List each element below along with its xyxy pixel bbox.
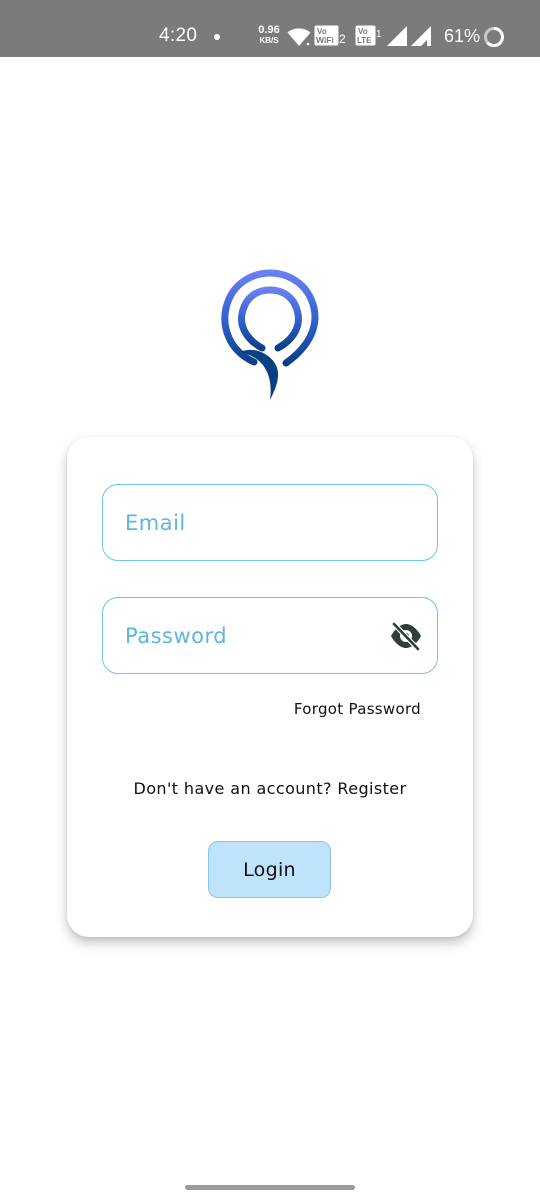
- location-pin-logo: [221, 269, 319, 400]
- notification-dot-icon: [214, 34, 220, 40]
- svg-text:LTE: LTE: [357, 36, 372, 45]
- svg-text:Vo: Vo: [358, 27, 368, 36]
- login-card: Forgot Password Don't have an account? R…: [67, 437, 473, 937]
- login-button[interactable]: Login: [208, 841, 331, 898]
- volte-icon: Vo LTE 1: [355, 25, 382, 46]
- status-bar: 4:20 0.96 KB/S Vo WiFi 2 Vo LTE 1 61%: [0, 0, 540, 57]
- battery-percent: 61%: [444, 26, 481, 46]
- network-speed-value: 0.96: [258, 24, 280, 36]
- password-field-container: [102, 597, 438, 674]
- network-speed-unit: KB/S: [259, 36, 279, 45]
- battery-ring-icon: [484, 27, 504, 47]
- forgot-password-link[interactable]: Forgot Password: [294, 700, 421, 718]
- gesture-nav-handle[interactable]: [185, 1185, 355, 1190]
- svg-text:WiFi: WiFi: [316, 35, 334, 45]
- register-prompt: Don't have an account? Register: [67, 779, 473, 798]
- email-input[interactable]: [103, 485, 437, 560]
- vowifi-icon: Vo WiFi 2: [314, 25, 346, 46]
- no-account-text: Don't have an account?: [133, 779, 332, 798]
- email-field-container: [102, 484, 438, 561]
- password-input[interactable]: [103, 598, 437, 673]
- svg-text:2: 2: [339, 32, 346, 46]
- signal-icon: [411, 26, 431, 46]
- svg-text:1: 1: [376, 29, 382, 40]
- eye-off-icon[interactable]: [389, 621, 423, 651]
- signal-icon: [387, 26, 407, 46]
- wifi-icon: [287, 28, 311, 46]
- register-link[interactable]: Register: [337, 779, 406, 798]
- status-time: 4:20: [159, 25, 198, 46]
- network-speed: 0.96 KB/S: [256, 24, 282, 46]
